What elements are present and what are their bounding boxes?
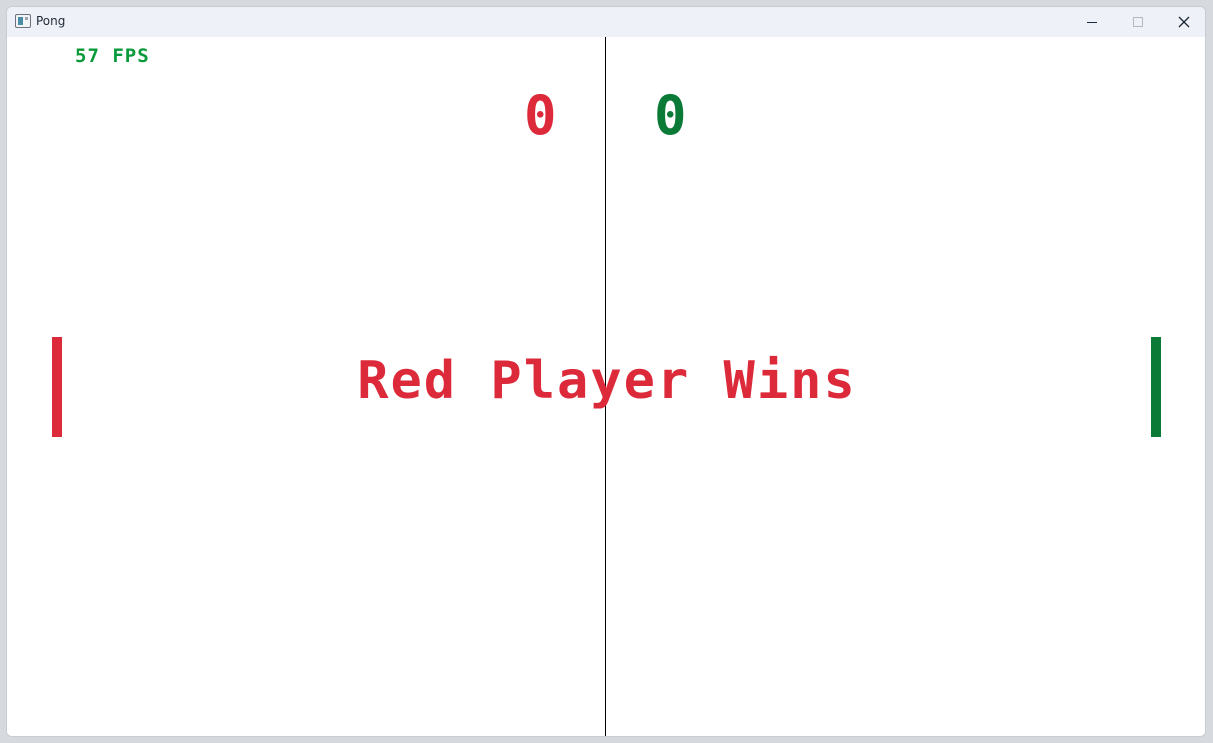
red-player-score: 0 — [524, 84, 557, 147]
minimize-button[interactable] — [1069, 7, 1115, 37]
app-window: Pong 57 FPS 0 0 Red Player Wins — [6, 6, 1206, 737]
red-paddle — [52, 337, 62, 437]
app-window-icon — [15, 14, 31, 28]
close-button[interactable] — [1161, 7, 1205, 37]
minimize-icon — [1087, 21, 1097, 23]
game-canvas[interactable]: 57 FPS 0 0 Red Player Wins — [7, 37, 1205, 736]
winner-message: Red Player Wins — [357, 351, 857, 411]
fps-counter: 57 FPS — [75, 45, 150, 67]
maximize-button[interactable] — [1115, 7, 1161, 37]
maximize-icon — [1133, 17, 1143, 27]
green-paddle — [1151, 337, 1161, 437]
title-bar[interactable]: Pong — [7, 7, 1205, 37]
close-icon — [1178, 16, 1190, 28]
green-player-score: 0 — [654, 84, 687, 147]
window-title: Pong — [36, 14, 66, 28]
